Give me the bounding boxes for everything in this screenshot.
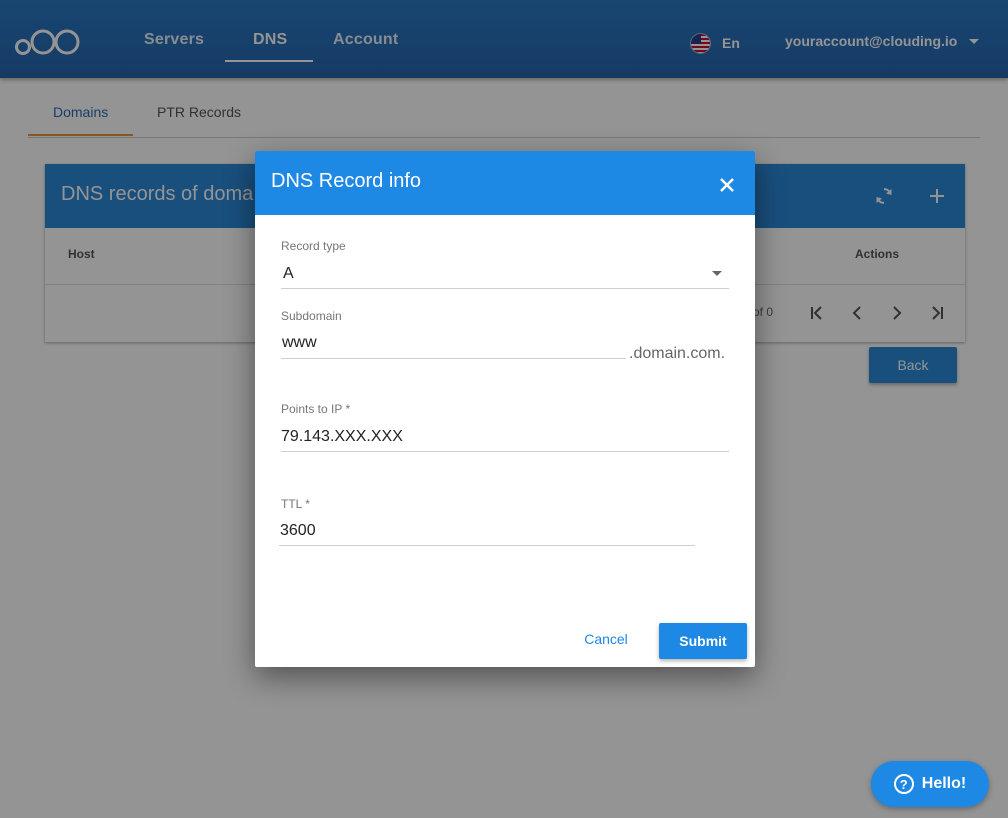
record-type-value: A xyxy=(283,265,294,282)
help-label: Hello! xyxy=(921,775,967,792)
subdomain-underline xyxy=(281,358,626,359)
close-icon[interactable] xyxy=(715,173,739,197)
record-type-select[interactable]: A xyxy=(281,259,729,289)
chevron-down-icon xyxy=(712,271,722,276)
dialog-header: DNS Record info xyxy=(255,151,755,215)
ttl-underline xyxy=(279,545,695,546)
points-to-ip-label: Points to IP * xyxy=(281,402,351,416)
domain-suffix: .domain.com. xyxy=(629,345,726,362)
help-chat-button[interactable]: ? Hello! xyxy=(871,761,989,807)
ttl-label: TTL * xyxy=(281,497,310,511)
question-icon: ? xyxy=(893,774,914,794)
points-to-ip-input[interactable]: 79.143.XXX.XXX xyxy=(281,428,403,446)
ttl-input[interactable]: 3600 xyxy=(280,522,316,540)
points-to-ip-underline xyxy=(281,451,729,452)
record-type-underline xyxy=(281,288,729,289)
subdomain-label: Subdomain xyxy=(281,309,342,323)
dialog-title: DNS Record info xyxy=(271,170,422,192)
submit-button[interactable]: Submit xyxy=(659,623,747,659)
dns-record-dialog: DNS Record info Record type A Subdomain … xyxy=(255,151,755,667)
record-type-label: Record type xyxy=(281,239,346,253)
cancel-button[interactable]: Cancel xyxy=(573,623,639,655)
subdomain-input[interactable]: www xyxy=(282,334,317,352)
